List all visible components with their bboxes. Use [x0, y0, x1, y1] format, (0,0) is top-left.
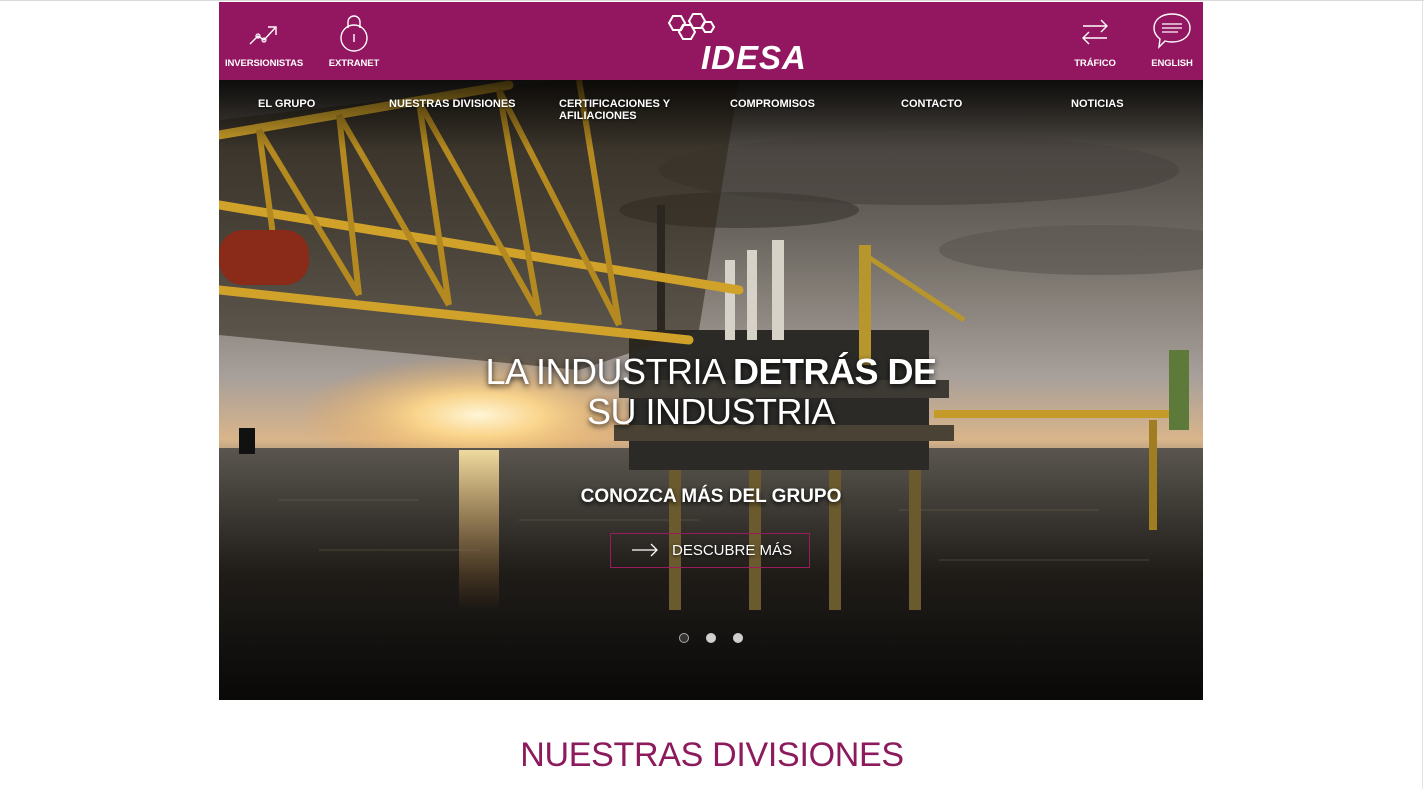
hero-subheading: CONOZCA MÁS DEL GRUPO: [580, 486, 842, 507]
padlock-icon: [340, 15, 368, 52]
idesa-logo[interactable]: IDESA: [659, 10, 809, 76]
slider-dot-1[interactable]: [679, 633, 689, 643]
arrow-right-icon: [632, 543, 658, 557]
investors-label: INVERSIONISTAS: [225, 58, 304, 69]
logo-wordmark: IDESA: [701, 39, 807, 76]
nav-item-compromisos[interactable]: COMPROMISOS: [730, 98, 815, 110]
extranet-link[interactable]: EXTRANET: [319, 2, 389, 80]
browser-top-rule: [0, 0, 1424, 1]
headline-light: LA INDUSTRIA: [485, 351, 734, 392]
nav-item-noticias[interactable]: NOTICIAS: [1071, 98, 1124, 110]
top-header: INVERSIONISTAS EXTRANET IDESA TRÁFICO EN…: [219, 2, 1203, 80]
headline-bold: DETRÁS DE: [733, 351, 937, 392]
discover-more-label: DESCUBRE MÁS: [672, 542, 793, 559]
extranet-label: EXTRANET: [328, 58, 380, 69]
page-frame: INVERSIONISTAS EXTRANET IDESA TRÁFICO EN…: [219, 2, 1203, 700]
nav-item-certificaciones[interactable]: CERTIFICACIONES Y AFILIACIONES: [559, 98, 674, 122]
trend-chart-icon: [249, 26, 277, 45]
traffic-link[interactable]: TRÁFICO: [1064, 2, 1126, 80]
slider-dot-3[interactable]: [733, 633, 743, 643]
investors-link[interactable]: INVERSIONISTAS: [225, 2, 303, 80]
scrollbar-track[interactable]: [1422, 0, 1423, 789]
headline-line2: SU INDUSTRIA: [586, 391, 836, 432]
slider-dot-2[interactable]: [706, 633, 716, 643]
traffic-label: TRÁFICO: [1074, 58, 1116, 69]
english-label: ENGLISH: [1151, 58, 1193, 69]
discover-more-button[interactable]: DESCUBRE MÁS: [610, 533, 810, 568]
english-language-link[interactable]: ENGLISH: [1139, 2, 1203, 80]
hero-headline: LA INDUSTRIA DETRÁS DE SU INDUSTRIA: [219, 352, 1203, 432]
main-nav: EL GRUPO NUESTRAS DIVISIONES CERTIFICACI…: [219, 80, 1203, 140]
nav-item-el-grupo[interactable]: EL GRUPO: [258, 98, 315, 110]
speech-bubble-icon: [1153, 13, 1191, 49]
nav-item-contacto[interactable]: CONTACTO: [901, 98, 962, 110]
exchange-arrows-icon: [1082, 19, 1108, 45]
nav-item-nuestras-divisiones[interactable]: NUESTRAS DIVISIONES: [389, 98, 516, 110]
divisions-section-title: NUESTRAS DIVISIONES: [520, 736, 904, 774]
